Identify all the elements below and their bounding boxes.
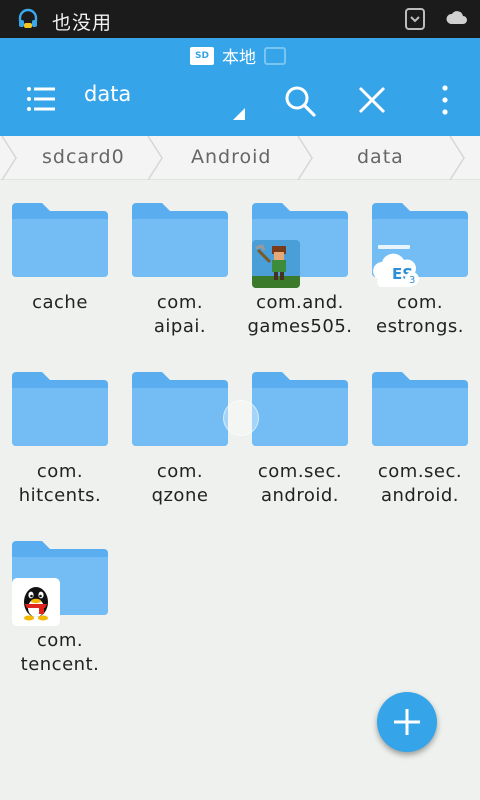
qq-penguin-icon	[12, 578, 60, 626]
folder-name: com.sec. android.	[377, 461, 463, 506]
folder-name: cache	[32, 292, 88, 313]
search-icon[interactable]	[283, 84, 317, 118]
path-title[interactable]: data	[84, 82, 131, 106]
terraria-app-icon	[252, 240, 300, 288]
plus-icon	[394, 709, 420, 735]
breadcrumb-item-android[interactable]: Android	[191, 146, 271, 168]
folder-name: com. aipai.	[153, 292, 207, 337]
folder-icon	[132, 203, 228, 277]
folder-item[interactable]: com. hitcents.	[0, 372, 120, 532]
folder-item[interactable]: cache	[0, 203, 120, 363]
notification-icon	[405, 8, 425, 30]
close-icon[interactable]	[356, 84, 388, 116]
chevron-icon	[1, 136, 17, 180]
folder-item[interactable]: com. tencent.	[0, 541, 120, 701]
folder-icon	[12, 203, 108, 277]
storage-location[interactable]: SD 本地	[190, 43, 286, 68]
chevron-icon	[297, 136, 313, 180]
folder-name: com. qzone	[151, 461, 209, 506]
folder-item[interactable]: com.sec. android.	[240, 372, 360, 532]
breadcrumb: sdcard0 Android data	[0, 136, 480, 180]
status-bar: 也没用	[0, 0, 480, 38]
es-file-explorer-icon: ES 3	[373, 245, 419, 287]
status-text: 也没用	[52, 12, 113, 34]
folder-item[interactable]: com.sec. android.	[360, 372, 480, 532]
toolbar: SD 本地 data	[0, 38, 480, 136]
overflow-icon[interactable]	[434, 83, 456, 117]
folder-item[interactable]: com. aipai.	[120, 203, 240, 363]
folder-icon	[12, 372, 108, 446]
folder-item[interactable]: com. qzone	[120, 372, 240, 532]
folder-name: com.sec. android.	[257, 461, 343, 506]
svg-text:3: 3	[409, 275, 415, 286]
loading-indicator	[223, 400, 259, 436]
folder-item[interactable]: ES 3 com. estrongs.	[360, 203, 480, 363]
folder-name: com. hitcents.	[18, 461, 102, 506]
folder-icon	[252, 372, 348, 446]
chevron-icon	[147, 136, 163, 180]
add-button[interactable]	[377, 692, 437, 752]
folder-name: com. estrongs.	[376, 292, 464, 337]
sd-card-icon: SD	[190, 46, 214, 65]
folder-icon	[372, 372, 468, 446]
chevron-icon	[449, 136, 465, 180]
menu-icon[interactable]	[26, 86, 56, 112]
cloud-icon	[446, 11, 467, 24]
breadcrumb-item-data[interactable]: data	[357, 146, 404, 168]
folder-name: com.and. games505.	[247, 292, 353, 337]
breadcrumb-item-sdcard0[interactable]: sdcard0	[42, 146, 125, 168]
folder-item[interactable]: com.and. games505.	[240, 203, 360, 363]
folder-icon	[132, 372, 228, 446]
folder-name: com. tencent.	[20, 630, 100, 675]
dropdown-icon[interactable]	[233, 108, 245, 120]
storage-label: 本地	[222, 48, 256, 68]
network-icon[interactable]	[264, 46, 286, 65]
headset-icon	[18, 8, 38, 28]
